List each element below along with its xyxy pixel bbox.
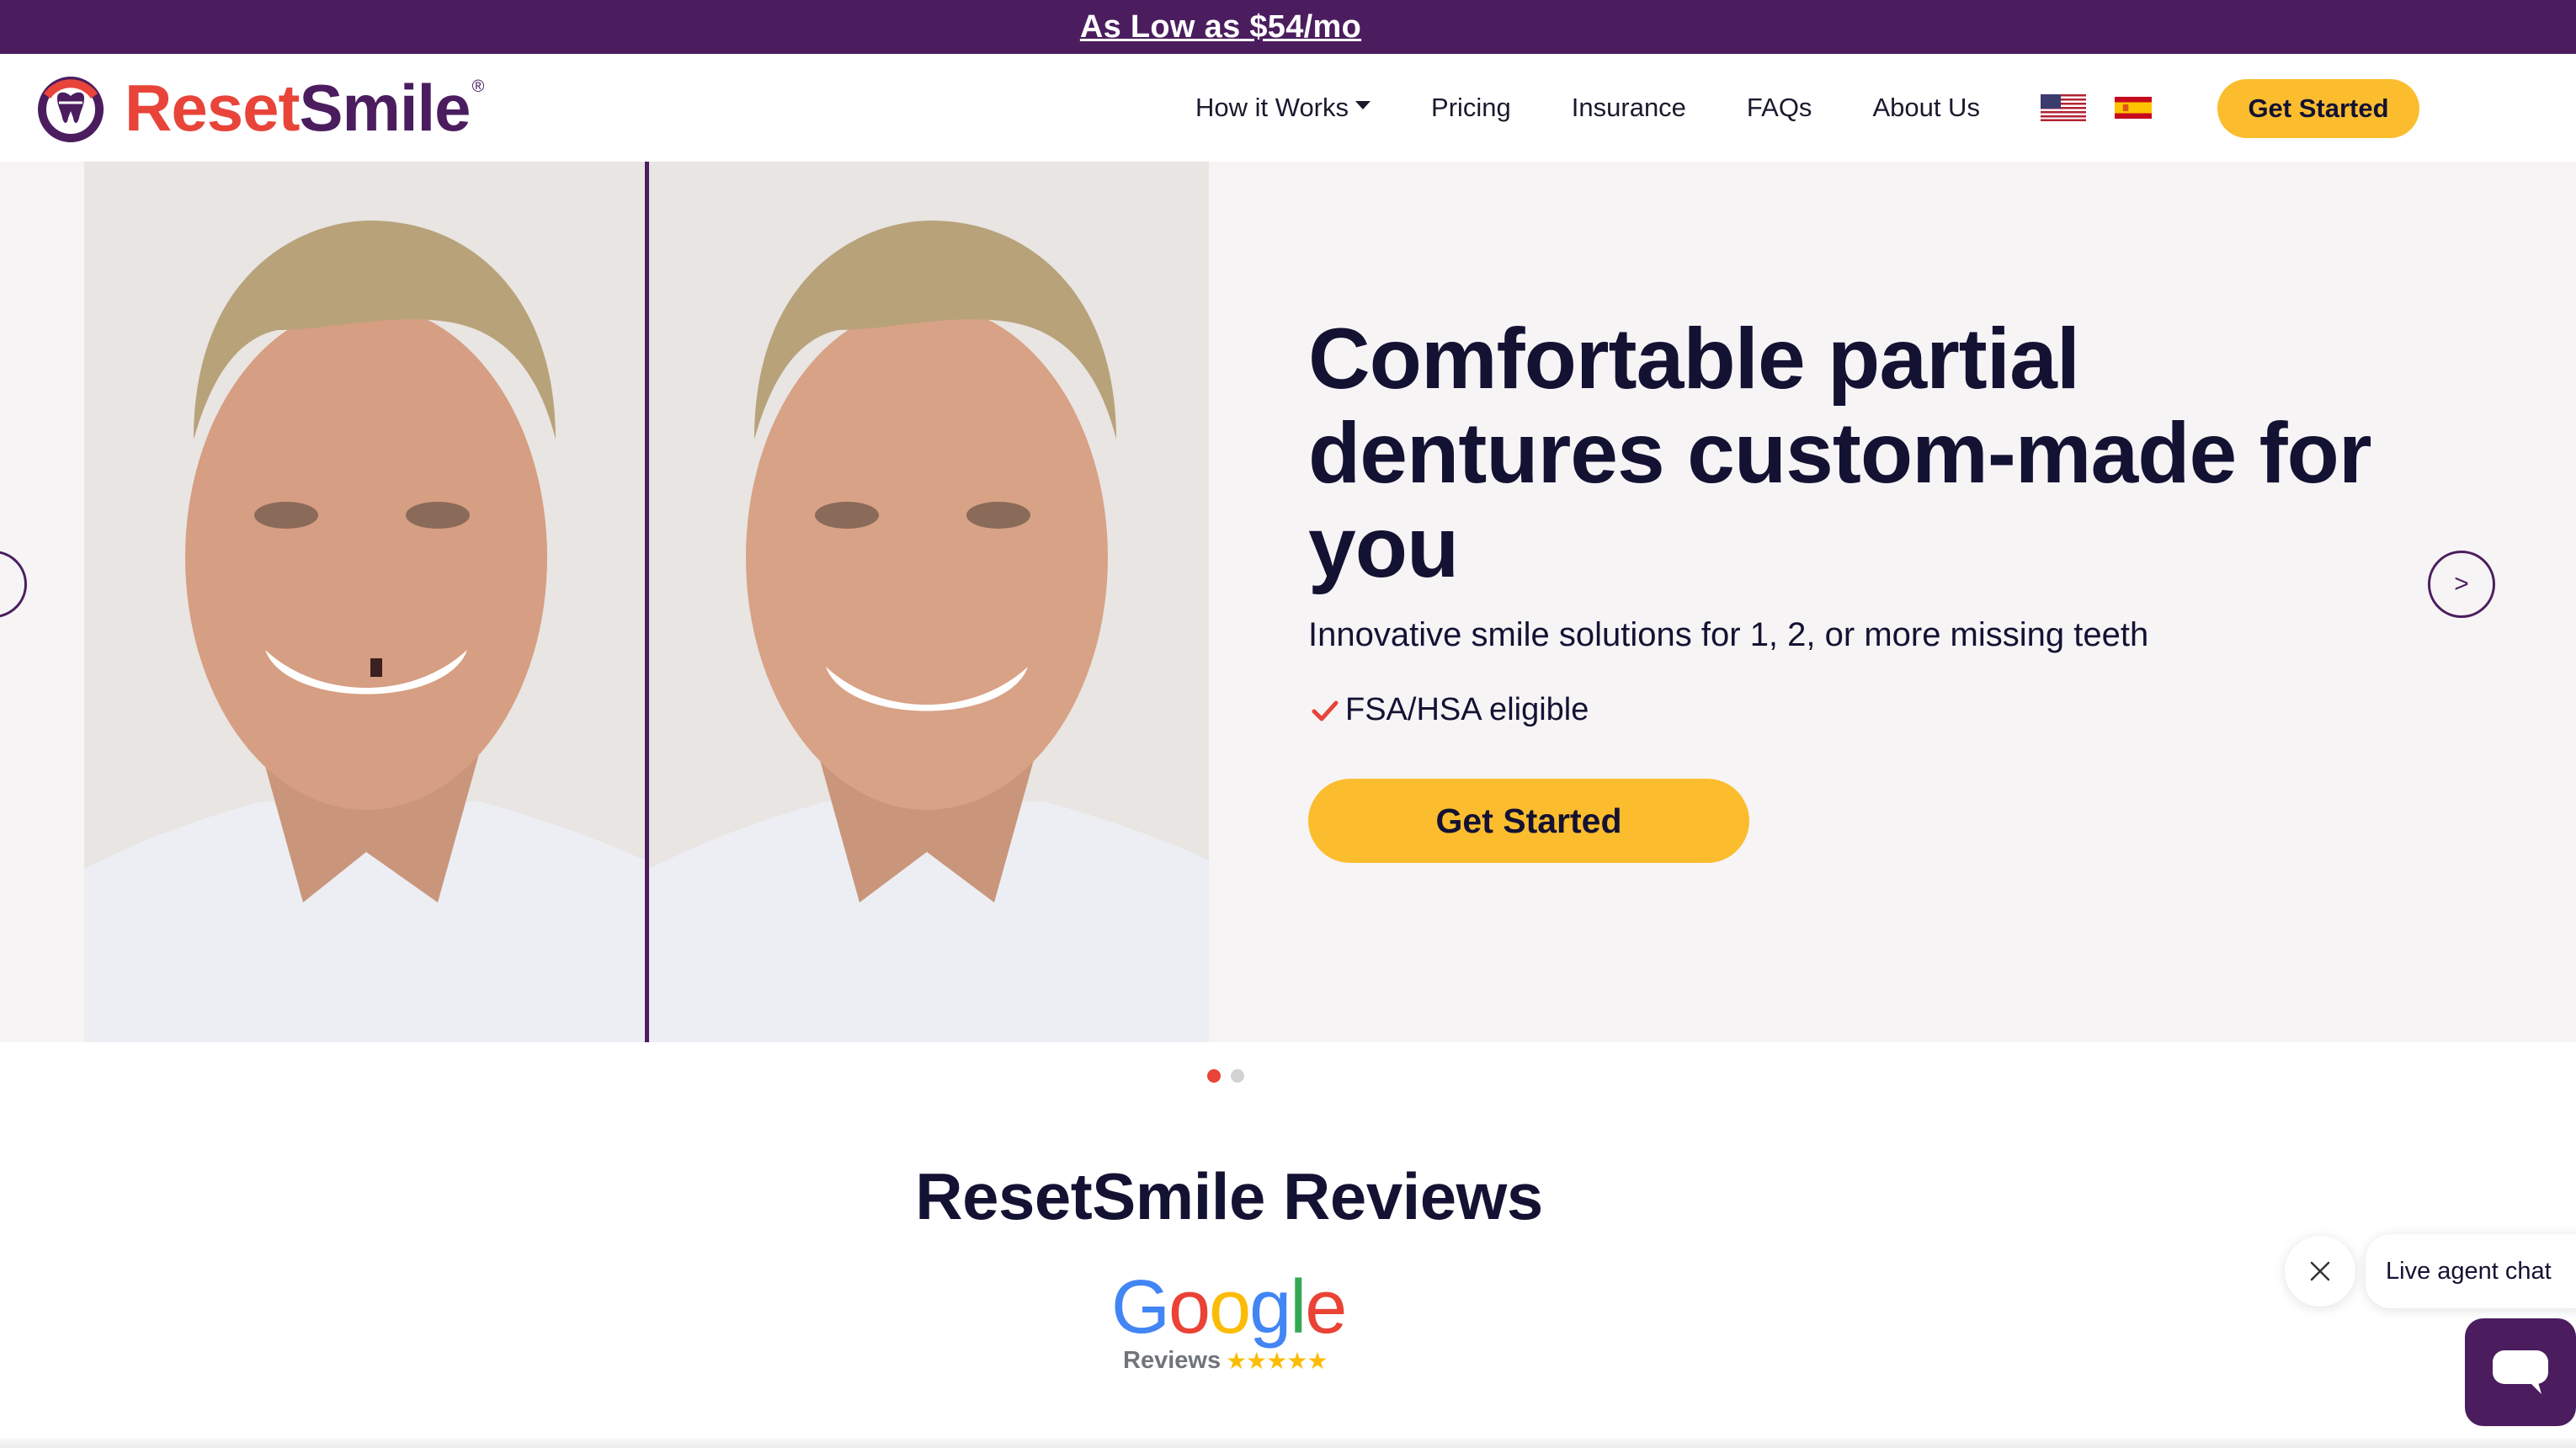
nav-insurance[interactable]: Insurance [1572,93,1686,123]
google-logo: Google [1111,1270,1347,1345]
chat-launcher-button[interactable] [2465,1318,2576,1426]
nav-pricing[interactable]: Pricing [1431,93,1511,123]
logo-text: ResetSmile [125,75,471,141]
registered-mark: ® [471,77,485,96]
reviews-title: ResetSmile Reviews [915,1159,1543,1233]
carousel-dot-1[interactable] [1207,1069,1221,1083]
star-rating: ★★★★★ [1226,1348,1328,1374]
hero-carousel: < Comfortable partial dentures custom-ma… [0,162,2576,1042]
carousel-dots [1207,1069,1254,1083]
fsa-hsa-badge: FSA/HSA eligible [1310,692,1589,728]
close-icon [2310,1261,2330,1281]
carousel-dot-2[interactable] [1231,1069,1244,1083]
nav-how-it-works-label: How it Works [1195,93,1349,122]
after-photo [649,162,1209,1042]
live-chat-bubble[interactable]: Live agent chat [2366,1234,2576,1308]
carousel-next-button[interactable]: > [2428,551,2495,618]
google-letter-o2: o [1209,1265,1251,1350]
nav-about-us[interactable]: About Us [1872,93,1980,123]
live-chat-label: Live agent chat [2386,1257,2552,1285]
chat-icon [2493,1350,2548,1394]
hero-subtitle: Innovative smile solutions for 1, 2, or … [1308,616,2149,653]
before-after-image [84,162,1209,1042]
nav-faqs-label: FAQs [1746,93,1812,122]
logo-mark-icon [38,77,104,142]
promo-link[interactable]: As Low as $54/mo [1080,9,1361,45]
nav-insurance-label: Insurance [1571,93,1686,122]
main-nav: How it Works Pricing Insurance FAQs Abou… [1195,54,2180,162]
google-letter-e: e [1305,1265,1347,1350]
page-bottom-edge [0,1438,2576,1448]
chevron-right-icon: > [2454,570,2469,598]
logo-text-reset: Reset [125,71,300,145]
chat-close-button[interactable] [2285,1236,2355,1307]
hero-title: Comfortable partial dentures custom-made… [1308,311,2372,595]
nav-faqs[interactable]: FAQs [1747,93,1812,123]
logo-text-smile: Smile [299,71,471,145]
logo[interactable]: ResetSmile ® [35,72,484,143]
google-letter-g: G [1111,1265,1170,1350]
google-letter-o1: o [1168,1265,1211,1350]
carousel-prev-button[interactable]: < [0,551,27,618]
google-letter-g2: g [1249,1265,1291,1350]
header-get-started-button[interactable]: Get Started [2217,79,2419,138]
spain-flag-icon[interactable] [2114,95,2152,120]
before-photo [84,162,646,1042]
hero-get-started-button[interactable]: Get Started [1308,779,1749,863]
site-header: ResetSmile ® How it Works Pricing Insura… [0,54,2576,162]
google-letter-l: l [1290,1265,1307,1350]
chevron-down-icon [1355,101,1371,109]
chevron-left-icon: < [0,570,1,599]
nav-about-us-label: About Us [1872,93,1980,122]
nav-how-it-works[interactable]: How it Works [1195,93,1371,123]
nav-pricing-label: Pricing [1431,93,1511,122]
promo-bar: As Low as $54/mo [0,0,2576,54]
fsa-hsa-label: FSA/HSA eligible [1345,692,1589,727]
google-reviews-badge[interactable]: Google Reviews ★★★★★ [1111,1270,1347,1379]
google-reviews-label: Reviews [1123,1347,1221,1374]
us-flag-icon[interactable] [2040,94,2086,121]
google-reviews-sub: Reviews ★★★★★ [1123,1347,1328,1375]
checkmark-icon [1312,700,1339,721]
